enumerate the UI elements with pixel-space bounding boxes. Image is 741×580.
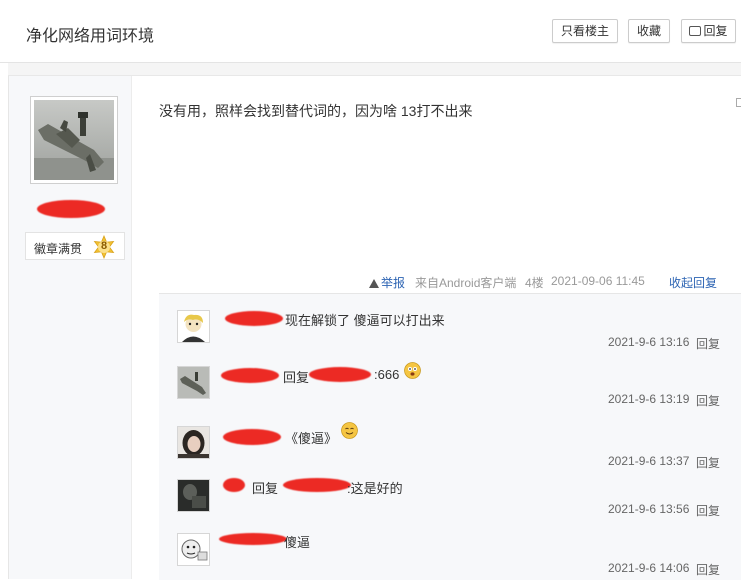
comment-avatar[interactable]	[177, 479, 210, 512]
badge-label: 徽章满贯	[34, 242, 83, 256]
cartoon-avatar-image	[178, 311, 209, 342]
reply-button[interactable]: 回复	[681, 19, 736, 43]
comment-text: 《傻逼》	[285, 431, 338, 446]
reply-button-label: 回复	[703, 24, 728, 38]
redacted-username	[219, 533, 287, 545]
comment-avatar[interactable]	[177, 426, 210, 459]
comment-text: 现在解锁了 傻逼可以打出来	[285, 313, 445, 328]
post-source: 来自Android客户端	[415, 276, 517, 290]
portrait-avatar-image	[178, 427, 209, 458]
comment-item: 傻逼 2021-9-6 14:06 回复	[159, 518, 741, 577]
comment-time: 2021-9-6 14:06	[608, 561, 690, 575]
comment-text: 傻逼	[284, 535, 311, 550]
post-content: 没有用，照样会找到替代词的，因为啥 13打不出来	[159, 103, 473, 119]
comment-reply-link[interactable]: 回复	[696, 561, 720, 578]
redacted-username	[37, 200, 105, 218]
report-link[interactable]: 举报	[369, 274, 405, 291]
redacted-username	[225, 311, 283, 326]
comment-time: 2021-9-6 13:16	[608, 335, 690, 349]
thread-title: 净化网络用词环境	[26, 28, 155, 45]
gun-avatar-image	[178, 367, 209, 398]
badge-star-icon: 8	[92, 234, 116, 260]
emoji-icon	[341, 422, 358, 439]
comment-item: 《傻逼》 2021-9-6 13:37 回复	[159, 410, 741, 470]
comment-time: 2021-9-6 13:56	[608, 502, 690, 516]
post-floor-number: 4楼	[525, 276, 544, 290]
redacted-username	[309, 367, 371, 382]
comment-item: 现在解锁了 傻逼可以打出来 2021-9-6 13:16 回复	[159, 294, 741, 351]
comment-reply-prefix: 回复	[283, 370, 310, 385]
comment-text: :这是好的	[347, 481, 403, 496]
badge-level: 8	[100, 240, 108, 252]
redacted-username	[223, 429, 281, 445]
favorite-button[interactable]: 收藏	[628, 19, 670, 43]
post-meta: 举报 来自Android客户端 4楼 2021-09-06 11:45 收起回复	[369, 274, 739, 290]
badge-panel[interactable]: 徽章满贯 8	[25, 232, 125, 260]
redacted-username	[223, 478, 245, 492]
gun-avatar-image	[34, 100, 114, 180]
post-floor: 徽章满贯 8 没有用，照样会找到替代词的，因为啥 13打不出来 举报 来自And…	[8, 76, 741, 580]
comment-avatar[interactable]	[177, 366, 210, 399]
redacted-username	[283, 478, 351, 492]
redacted-username	[221, 368, 279, 383]
post-corner-icon[interactable]	[736, 98, 741, 107]
comment-reply-prefix: 回复	[252, 481, 279, 496]
header-divider	[8, 63, 741, 76]
sticker-avatar-image	[178, 534, 209, 565]
thread-header: 净化网络用词环境 只看楼主 收藏 回复	[0, 0, 741, 63]
comment-avatar[interactable]	[177, 533, 210, 566]
only-author-button[interactable]: 只看楼主	[552, 19, 618, 43]
comment-text: :666	[374, 367, 400, 382]
post-time: 2021-09-06 11:45	[551, 274, 645, 288]
comment-item: 回复 :这是好的 2021-9-6 13:56 回复	[159, 464, 741, 520]
author-avatar[interactable]	[30, 96, 118, 184]
comment-time: 2021-9-6 13:19	[608, 392, 690, 406]
comment-list: 现在解锁了 傻逼可以打出来 2021-9-6 13:16 回复 回复 :666	[159, 293, 741, 580]
comment-reply-link[interactable]: 回复	[696, 392, 720, 409]
report-icon	[369, 279, 379, 288]
author-column: 徽章满贯 8	[9, 76, 132, 579]
collapse-replies-link[interactable]: 收起回复	[669, 274, 717, 291]
dark-avatar-image	[178, 480, 209, 511]
comment-reply-link[interactable]: 回复	[696, 502, 720, 519]
emoji-icon	[404, 362, 421, 379]
comment-avatar[interactable]	[177, 310, 210, 343]
comment-item: 回复 :666 2021-9-6 13:19 回复	[159, 350, 741, 409]
reply-icon	[689, 26, 702, 36]
report-label: 举报	[381, 276, 406, 290]
